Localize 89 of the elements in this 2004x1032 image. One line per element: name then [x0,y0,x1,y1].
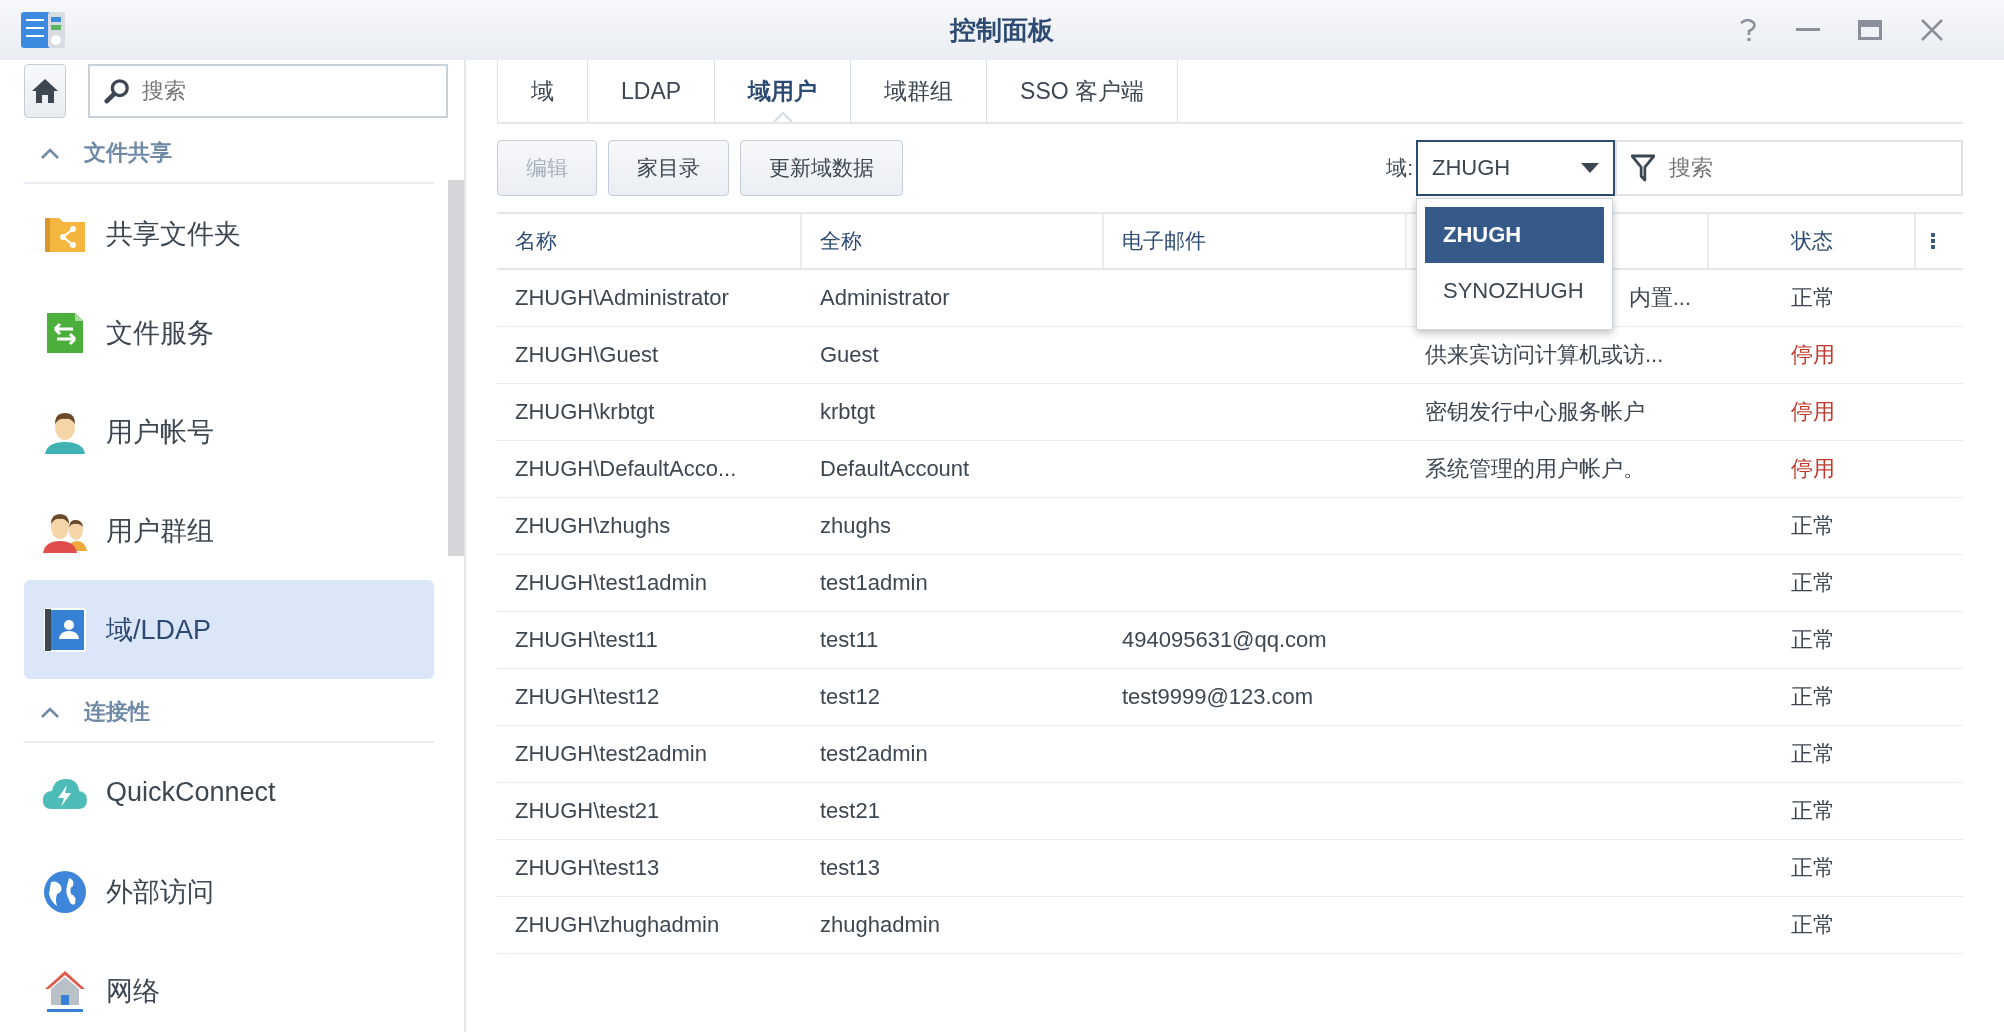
table-cell: ZHUGH\krbtgt [515,399,655,425]
domain-label: 域: [1386,155,1413,181]
table-cell: ZHUGH\test2admin [515,741,707,767]
table-cell: ZHUGH\DefaultAcco... [515,456,737,482]
home-icon [31,78,59,104]
status-text: 正常 [1790,854,1835,882]
table-cell: ZHUGH\zhughadmin [515,912,720,938]
column-header[interactable]: 电子邮件 [1122,227,1206,255]
table-cell-text: 密钥发行中心服务帐户 [1425,398,1645,426]
table-cell: ZHUGH\Administrator [515,285,729,311]
status-text: 正常 [1790,626,1835,654]
control-panel-icon [20,10,66,50]
chevron-icon [40,706,60,718]
caret-icon [1581,163,1599,173]
table-cell: test9999@123.com [1122,684,1314,710]
home-button[interactable] [24,64,66,118]
table-cell: test21 [820,798,880,824]
search-input[interactable]: 搜索 [1667,154,1947,182]
search-field[interactable]: 搜索 [88,64,448,118]
table-cell: test1admin [820,570,928,596]
table-cell: Administrator [820,285,950,311]
table-cell: ZHUGH\zhughs [515,513,671,539]
table-cell: zhughadmin [820,912,940,938]
help-icon[interactable] [1738,18,1758,42]
table-cell: krbtgt [820,399,876,425]
table-cell: ZHUGH\test12 [515,684,660,710]
status-text: 停用 [1790,341,1835,369]
status-text: 正常 [1790,284,1835,312]
sidebar-item[interactable]: 用户帐号 [24,382,434,481]
minimize-icon[interactable] [1796,28,1820,32]
status-text: 正常 [1790,911,1835,939]
globe-icon [42,869,88,914]
column-header[interactable]: 全称 [820,227,862,255]
status-text: 正常 [1790,683,1835,711]
column-header[interactable]: 状态 [1790,227,1833,255]
tab-pointer-icon [773,112,792,122]
status-text: 正常 [1790,512,1835,540]
domain-dropdown[interactable]: ZHUGH [1416,140,1615,196]
table-cell-text: 内置... [1628,284,1691,312]
status-text: 正常 [1790,569,1835,597]
sidebar-item[interactable]: 域/LDAP [24,580,434,679]
window-title: 控制面板 [950,13,1054,47]
table-cell: test2admin [820,741,928,767]
tab[interactable]: 域群组 [851,60,988,122]
table-cell: test12 [820,684,880,710]
table-cell-text: 供来宾访问计算机或访... [1425,341,1664,369]
dropdown-option[interactable]: ZHUGH [1425,207,1604,263]
column-header[interactable]: 名称 [515,227,557,255]
sidebar-item[interactable]: 共享文件夹 [24,184,434,283]
sidebar-item[interactable]: 文件服务 [24,283,434,382]
tab[interactable]: 域 [497,60,588,122]
table-cell: zhughs [820,513,891,539]
section-header[interactable]: 文件共享 [24,124,434,184]
chevron-icon [40,147,60,159]
sidebar-item[interactable]: 网络 [24,941,434,1032]
search-icon [104,78,130,104]
table-cell: ZHUGH\test11 [515,627,658,653]
table-cell: ZHUGH\test13 [515,855,660,881]
table-cell: ZHUGH\test1admin [515,570,707,596]
tab[interactable]: SSO 客户端 [987,60,1179,122]
table-cell: Guest [820,342,879,368]
tab[interactable]: LDAP [588,60,716,122]
table-cell-text: 系统管理的用户帐户。 [1425,455,1645,483]
dropdown-option[interactable]: SYNOZHUGH [1425,263,1604,319]
table-cell: 494095631@qq.com [1122,627,1327,653]
section-header[interactable]: 连接性 [24,683,434,743]
status-text: 正常 [1790,740,1835,768]
toolbar-button[interactable]: 更新域数据 [740,140,903,196]
table-cell: ZHUGH\test21 [515,798,660,824]
table-cell: DefaultAccount [820,456,970,482]
status-text: 停用 [1790,455,1835,483]
toolbar-button[interactable]: 家目录 [608,140,729,196]
address-book-icon [42,606,88,653]
table-cell: ZHUGH\Guest [515,342,659,368]
table-cell: test11 [820,627,879,653]
table-cell: test13 [820,855,880,881]
close-icon[interactable] [1920,18,1944,42]
search-field[interactable]: 搜索 [1615,140,1963,196]
maximize-icon[interactable] [1858,20,1882,40]
sidebar-item[interactable]: 用户群组 [24,481,434,580]
tab[interactable]: 域用户 [715,60,852,122]
status-text: 正常 [1790,797,1835,825]
search-input[interactable]: 搜索 [140,77,432,105]
more-options-icon[interactable] [1930,233,1935,249]
sidebar-item[interactable]: 外部访问 [24,842,434,941]
sidebar-item[interactable]: QuickConnect [24,743,434,842]
status-text: 停用 [1790,398,1835,426]
scrollbar[interactable] [448,180,464,556]
filter-icon [1631,154,1655,182]
